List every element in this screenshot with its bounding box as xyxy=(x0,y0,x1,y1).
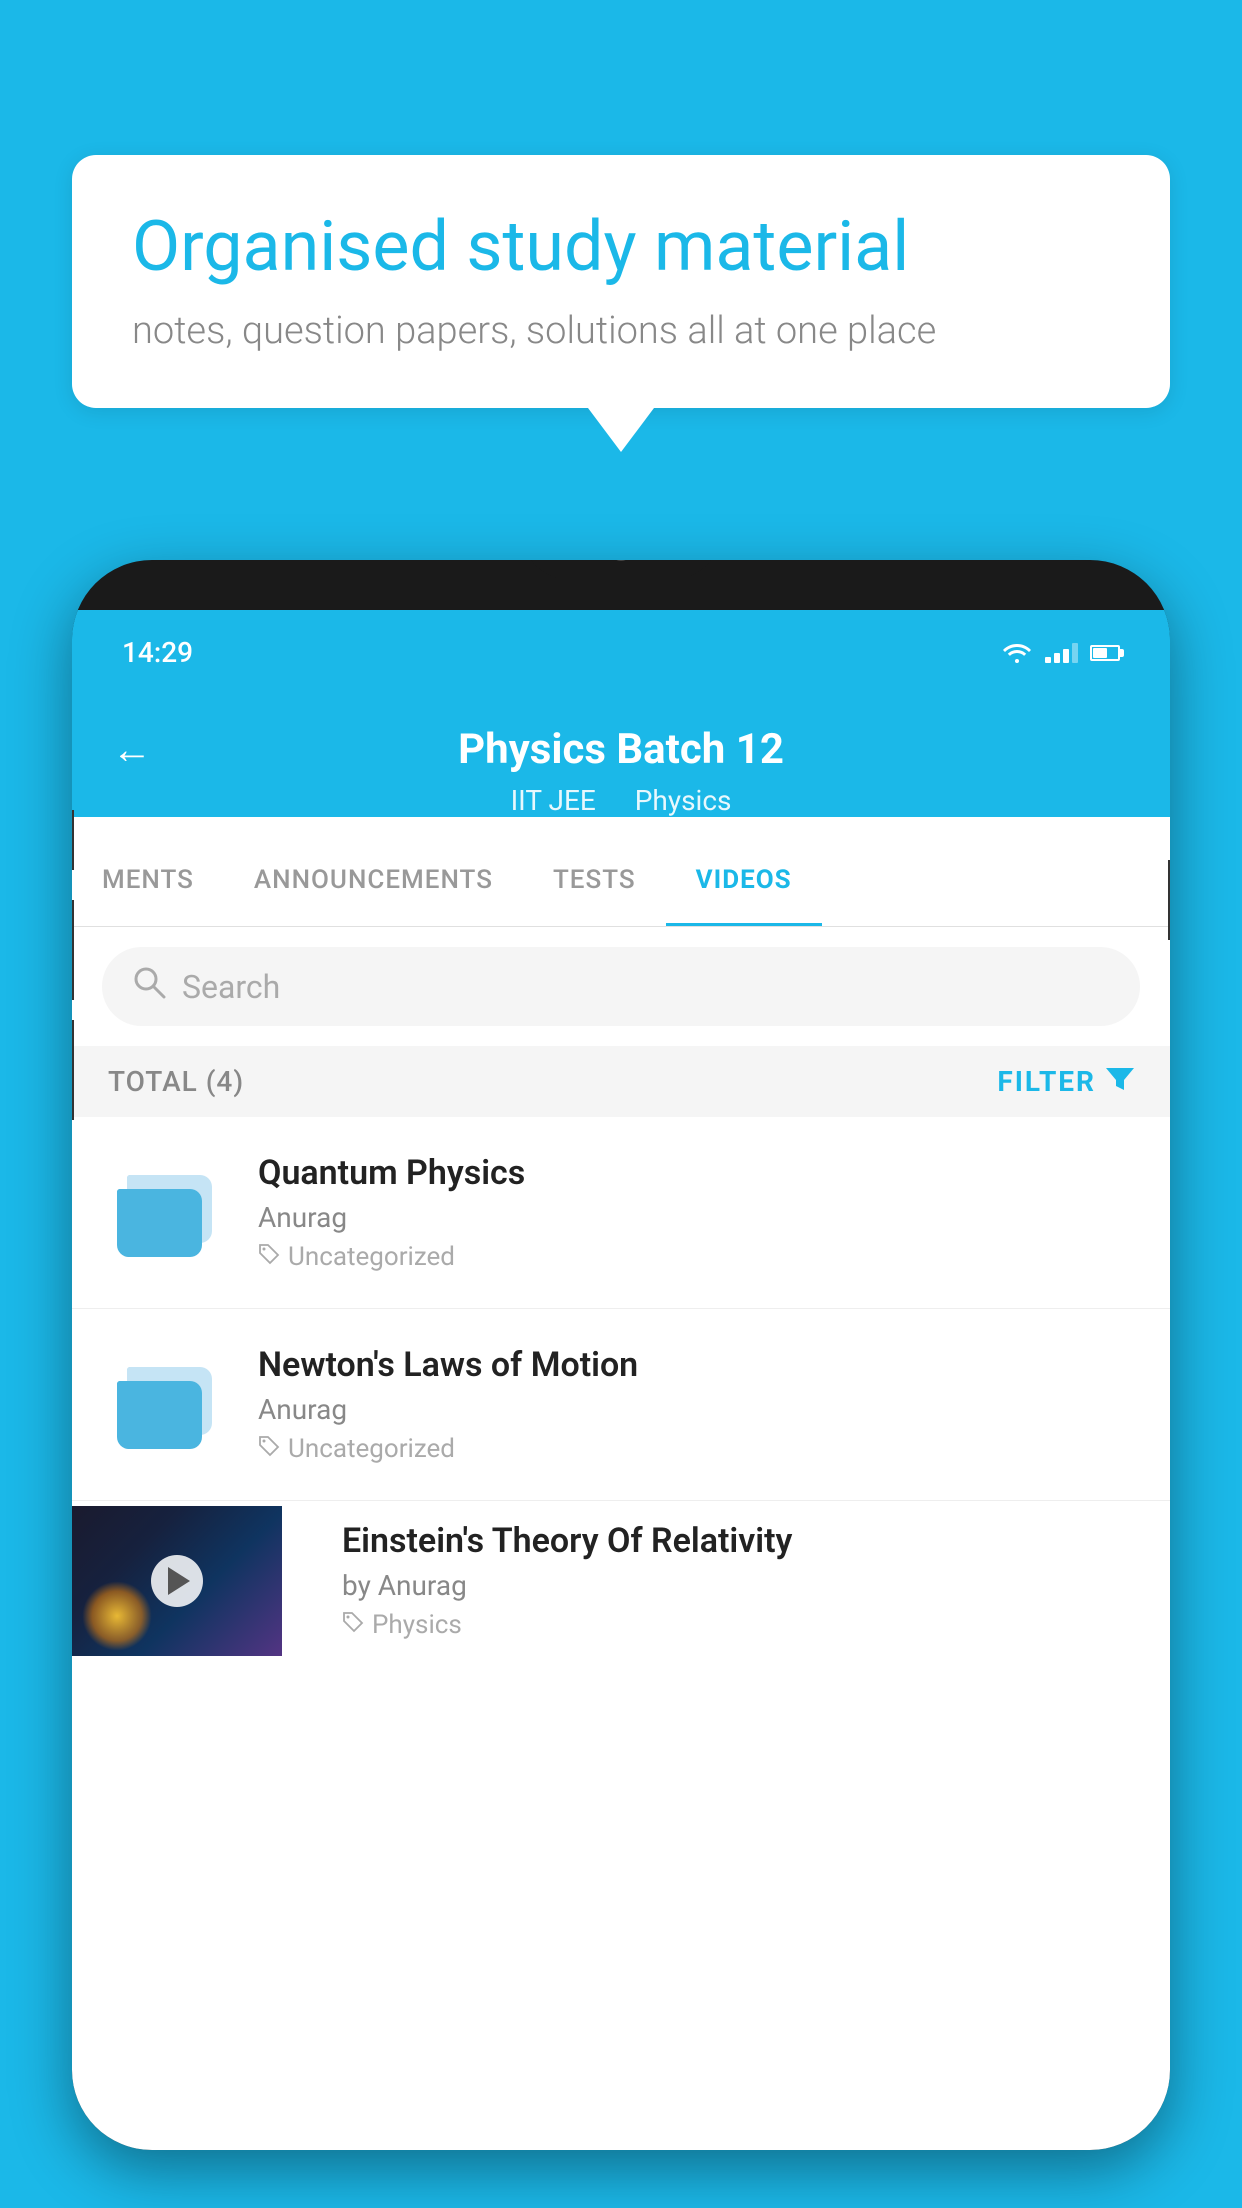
back-button[interactable]: ← xyxy=(112,726,152,773)
video-tag-einstein: Physics xyxy=(342,1610,1140,1640)
video-info-2: Newton's Laws of Motion Anurag Uncategor… xyxy=(258,1345,1134,1464)
signal-bar-4 xyxy=(1072,643,1078,663)
status-bar: 14:29 xyxy=(72,610,1170,695)
play-triangle xyxy=(168,1567,190,1595)
tab-announcements[interactable]: ANNOUNCEMENTS xyxy=(224,837,523,926)
volume-down-button xyxy=(72,1020,74,1120)
phone-notch xyxy=(521,560,721,580)
video-title-einstein: Einstein's Theory Of Relativity xyxy=(342,1521,1140,1561)
filter-label: FILTER xyxy=(997,1065,1096,1098)
tab-tests[interactable]: TESTS xyxy=(523,837,666,926)
front-camera xyxy=(610,560,632,561)
power-button xyxy=(1168,860,1170,940)
list-item[interactable]: Quantum Physics Anurag Uncategorized xyxy=(72,1117,1170,1309)
phone-screen: ← Physics Batch 12 IIT JEE Physics MENTS… xyxy=(72,695,1170,2150)
tag-text: Uncategorized xyxy=(288,1242,455,1272)
tag-icon-2 xyxy=(258,1434,280,1464)
bubble-subtitle: notes, question papers, solutions all at… xyxy=(132,309,1110,353)
video-info-1: Quantum Physics Anurag Uncategorized xyxy=(258,1153,1134,1272)
status-time: 14:29 xyxy=(122,636,193,669)
video-author-einstein: by Anurag xyxy=(342,1569,1140,1602)
filter-button[interactable]: FILTER xyxy=(997,1064,1134,1099)
wifi-icon xyxy=(1001,641,1033,665)
double-folder-icon-2 xyxy=(113,1357,223,1452)
folder-front-2 xyxy=(117,1381,202,1449)
header-subtitle-iit: IIT JEE xyxy=(511,784,596,817)
signal-bars xyxy=(1045,643,1078,663)
tag-icon xyxy=(258,1242,280,1272)
video-author: Anurag xyxy=(258,1201,1134,1234)
filter-row: TOTAL (4) FILTER xyxy=(72,1046,1170,1117)
signal-bar-3 xyxy=(1063,649,1069,663)
video-tag-2: Uncategorized xyxy=(258,1434,1134,1464)
video-title: Quantum Physics xyxy=(258,1153,1134,1193)
tab-ments[interactable]: MENTS xyxy=(72,837,224,926)
battery-fill xyxy=(1093,648,1107,658)
video-list: Quantum Physics Anurag Uncategorized xyxy=(72,1117,1170,1660)
header-top: ← Physics Batch 12 xyxy=(112,725,1130,774)
app-header: ← Physics Batch 12 IIT JEE Physics xyxy=(72,695,1170,817)
video-title-2: Newton's Laws of Motion xyxy=(258,1345,1134,1385)
phone-frame: 14:29 xyxy=(72,560,1170,2150)
folder-front xyxy=(117,1189,202,1257)
status-icons xyxy=(1001,641,1120,665)
signal-bar-1 xyxy=(1045,657,1051,663)
phone-container: 14:29 xyxy=(72,560,1170,2208)
search-container: Search xyxy=(72,927,1170,1046)
total-count: TOTAL (4) xyxy=(108,1065,244,1098)
tab-bar: MENTS ANNOUNCEMENTS TESTS VIDEOS xyxy=(72,837,1170,927)
double-folder-icon xyxy=(113,1165,223,1260)
video-info-einstein: Einstein's Theory Of Relativity by Anura… xyxy=(312,1501,1170,1660)
list-item[interactable]: Newton's Laws of Motion Anurag Uncategor… xyxy=(72,1309,1170,1501)
mute-button xyxy=(72,810,74,870)
bubble-title: Organised study material xyxy=(132,205,1110,289)
tag-text-einstein: Physics xyxy=(372,1610,462,1640)
einstein-glow xyxy=(82,1581,152,1651)
search-icon xyxy=(132,965,166,1008)
header-title: Physics Batch 12 xyxy=(458,725,784,774)
video-author-2: Anurag xyxy=(258,1393,1134,1426)
video-thumbnail-einstein xyxy=(72,1506,282,1656)
tab-videos[interactable]: VIDEOS xyxy=(666,837,822,926)
video-tag: Uncategorized xyxy=(258,1242,1134,1272)
tag-text-2: Uncategorized xyxy=(288,1434,455,1464)
list-item[interactable]: Einstein's Theory Of Relativity by Anura… xyxy=(72,1501,1170,1660)
folder-thumbnail-2 xyxy=(108,1355,228,1455)
tag-icon-einstein xyxy=(342,1610,364,1640)
filter-icon xyxy=(1106,1064,1134,1099)
header-subtitle-physics: Physics xyxy=(635,784,732,817)
play-button-einstein[interactable] xyxy=(151,1555,203,1607)
folder-thumbnail-1 xyxy=(108,1163,228,1263)
volume-up-button xyxy=(72,900,74,1000)
search-placeholder: Search xyxy=(182,968,280,1006)
header-subtitle: IIT JEE Physics xyxy=(112,784,1130,817)
battery-icon xyxy=(1090,645,1120,661)
search-bar[interactable]: Search xyxy=(102,947,1140,1026)
speech-bubble: Organised study material notes, question… xyxy=(72,155,1170,408)
signal-bar-2 xyxy=(1054,653,1060,663)
